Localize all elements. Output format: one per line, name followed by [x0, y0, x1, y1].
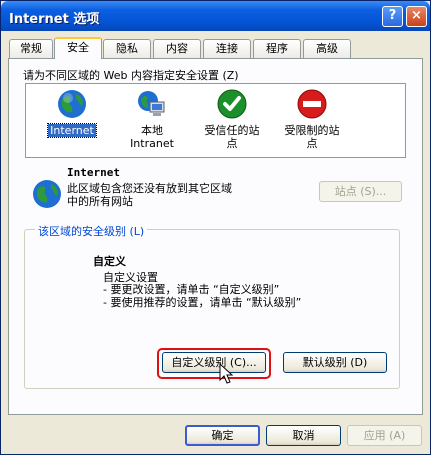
default-level-button[interactable]: 默认级别 (D)	[283, 352, 387, 373]
sites-button[interactable]: 站点 (S)...	[319, 181, 402, 202]
tab-privacy[interactable]: 隐私	[103, 39, 151, 58]
highlight-box	[157, 348, 271, 379]
tab-general[interactable]: 常规	[9, 39, 53, 58]
ok-button[interactable]: 确定	[185, 425, 260, 446]
security-level-name: 自定义	[93, 255, 126, 268]
close-button[interactable]: ×	[406, 6, 427, 27]
globe-icon	[58, 90, 86, 118]
zone-label-trusted-sites: 受信任的站 点	[204, 124, 260, 150]
zone-list[interactable]: Internet 本地 Intranet 受信任的站 点 受限制的站 点	[25, 83, 406, 158]
help-button[interactable]: ?	[382, 6, 403, 27]
tab-content[interactable]: 内容	[153, 39, 201, 58]
zone-label-internet: Internet	[47, 123, 97, 138]
trusted-sites-icon	[217, 89, 247, 119]
title-bar[interactable]: Internet 选项 ? ×	[1, 1, 430, 31]
window-title: Internet 选项	[9, 12, 100, 27]
globe-icon	[33, 180, 61, 208]
zone-label-local-intranet: 本地 Intranet	[130, 124, 174, 150]
mouse-cursor-icon	[219, 363, 234, 384]
apply-button[interactable]: 应用 (A)	[347, 425, 422, 446]
zone-prompt-label: 请为不同区域的 Web 内容指定安全设置 (Z)	[23, 69, 239, 82]
tab-advanced[interactable]: 高级	[303, 39, 351, 58]
tab-programs[interactable]: 程序	[253, 39, 301, 58]
internet-options-window: Internet 选项 ? × 常规 安全 隐私 内容 连接 程序 高级 请为不…	[0, 0, 431, 455]
security-level-title: 该区域的安全级别 (L)	[35, 223, 148, 239]
local-intranet-icon	[138, 91, 165, 116]
restricted-sites-icon	[297, 89, 327, 119]
security-level-line-3: - 要使用推荐的设置，请单击 “默认级别”	[103, 296, 302, 309]
selected-zone-name: Internet	[67, 166, 120, 179]
cancel-button[interactable]: 取消	[266, 425, 341, 446]
tab-security[interactable]: 安全	[54, 37, 102, 59]
zone-label-restricted-sites: 受限制的站 点	[284, 124, 340, 150]
tab-connections[interactable]: 连接	[203, 39, 251, 58]
zone-description-line2: 中的所有网站	[67, 195, 133, 208]
